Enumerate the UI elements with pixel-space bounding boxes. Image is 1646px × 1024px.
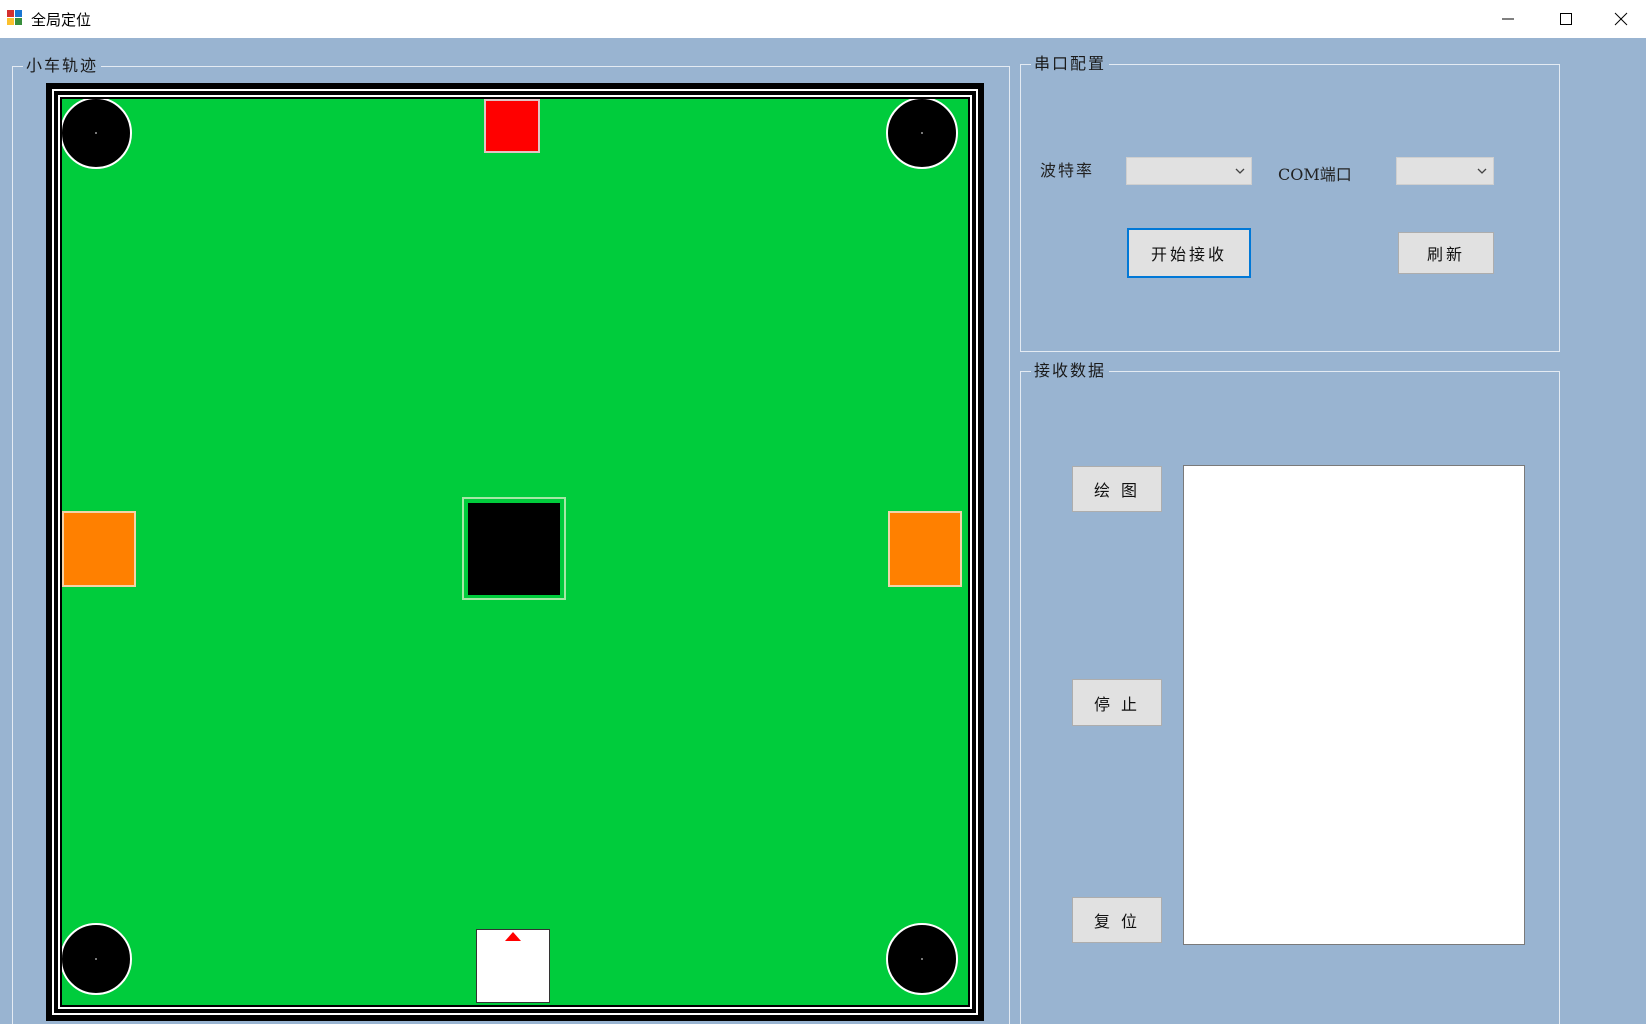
corner-post-bottom-right [886,923,958,995]
com-port-label: COM端口 [1278,165,1352,184]
corner-post-top-left [62,99,132,169]
corner-post-top-right [886,99,958,169]
baud-rate-select[interactable] [1126,157,1252,185]
track-group-label: 小车轨迹 [23,56,102,76]
chevron-down-icon [1477,168,1487,174]
serial-groupbox: 串口配置 [1020,54,1560,352]
close-button[interactable] [1595,0,1646,38]
target-red [484,99,540,153]
field-surface [62,99,968,1005]
start-receive-button[interactable]: 开始接收 [1127,228,1251,278]
target-orange-left [62,511,136,587]
app-window-icon [7,10,23,26]
corner-post-bottom-left [62,923,132,995]
maximize-icon [1560,13,1572,25]
chevron-down-icon [1235,168,1245,174]
car-marker-icon [505,932,521,941]
close-icon [1614,12,1627,26]
title-bar: 全局定位 [0,0,1646,38]
stop-button[interactable]: 停 止 [1072,679,1162,726]
maximize-button[interactable] [1537,0,1595,38]
received-data-textbox[interactable] [1183,465,1525,945]
start-zone [476,929,550,1003]
window-title: 全局定位 [31,11,92,29]
minimize-button[interactable] [1479,0,1537,38]
center-obstacle [462,497,566,600]
baud-rate-label: 波特率 [1040,161,1095,180]
target-orange-right [888,511,962,587]
receive-group-label: 接收数据 [1031,361,1110,381]
com-port-select[interactable] [1396,157,1494,185]
minimize-icon [1502,18,1514,20]
serial-group-label: 串口配置 [1031,54,1110,74]
field-map[interactable] [46,83,984,1021]
refresh-button[interactable]: 刷新 [1398,232,1494,274]
reset-button[interactable]: 复 位 [1072,897,1162,943]
draw-button[interactable]: 绘 图 [1072,466,1162,512]
